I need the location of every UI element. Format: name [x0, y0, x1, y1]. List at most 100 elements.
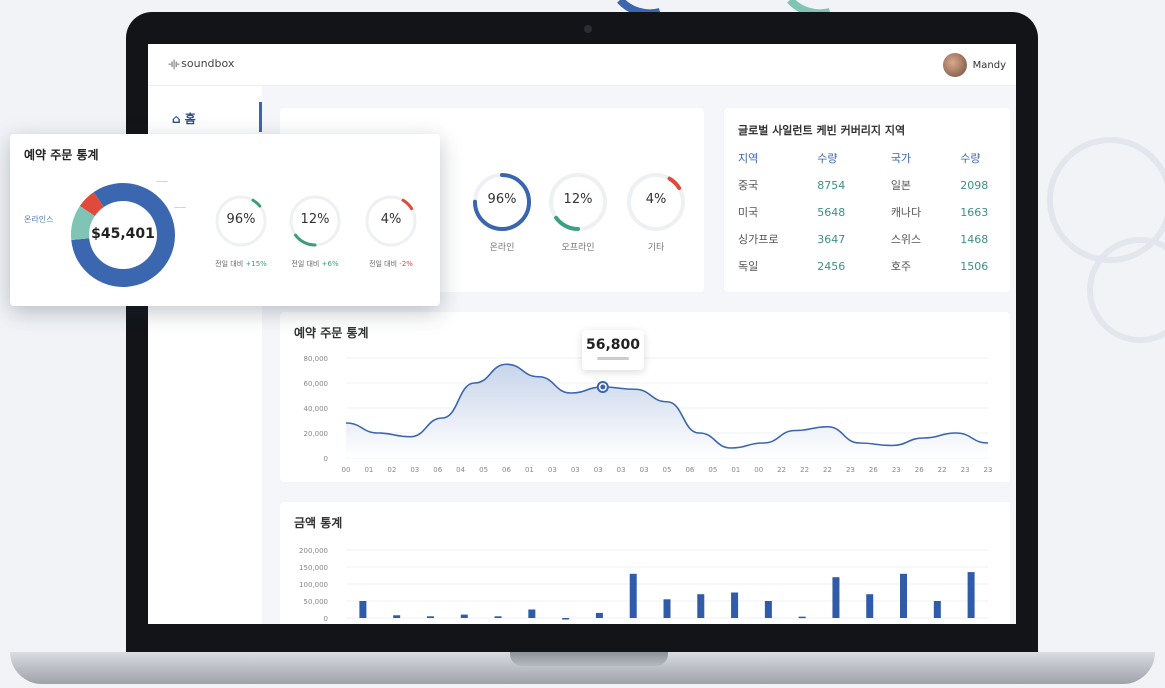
bar: [764, 601, 772, 618]
x-tick-label: 23: [984, 466, 993, 474]
user-name: Mandy: [972, 59, 1006, 71]
donut-left-label: 온라인스: [24, 215, 54, 224]
dashboard-screen: -ı|ı-soundbox Mandy ⌂ 홈 96% 온라인 12% 오프라인…: [148, 44, 1016, 624]
x-tick-label: 22: [823, 466, 832, 474]
bar: [595, 612, 603, 618]
x-tick-label: 23: [846, 466, 855, 474]
cell: 8754: [817, 178, 846, 192]
x-tick-label: 06: [685, 466, 694, 474]
col-qty: 수량: [817, 152, 838, 165]
x-tick-label: 26: [915, 466, 924, 474]
home-icon: ⌂: [172, 112, 181, 126]
cell: 1468: [960, 232, 989, 246]
coverage-title: 글로벌 사일런트 케빈 커버리지 지역: [738, 124, 906, 137]
avatar: [942, 53, 967, 77]
table-row: 싱가프로 3647 스위스 1468: [738, 231, 1010, 258]
cell: 독일: [738, 260, 759, 273]
cell: 5648: [817, 205, 846, 219]
cell: 1506: [960, 259, 989, 273]
x-tick-label: 03: [571, 466, 580, 474]
ring-online-label: 온라인: [489, 243, 515, 253]
x-tick-label: 04: [456, 466, 465, 474]
x-tick-label: 05: [708, 466, 717, 474]
y-tick-label: 200,000: [299, 547, 328, 555]
laptop-camera: [584, 25, 592, 33]
bar: [832, 577, 840, 618]
user-menu[interactable]: Mandy: [942, 53, 1006, 77]
cell: 2456: [817, 259, 846, 273]
popup-title: 예약 주문 통계: [24, 148, 99, 162]
col-qty2: 수량: [960, 152, 981, 165]
cell: 일본: [890, 179, 912, 192]
x-tick-label: 03: [617, 466, 626, 474]
bar: [798, 616, 806, 619]
bar: [967, 572, 975, 618]
coverage-card: 글로벌 사일런트 케빈 커버리지 지역 지역 수량 국가 수량 중국 8754 일본…: [724, 108, 1010, 292]
cell: 캐나다: [890, 206, 922, 219]
bar: [663, 599, 671, 618]
popup-ring-2-caption: 전일 대비 +6%: [291, 260, 339, 268]
cell: 3647: [817, 232, 846, 246]
bar: [359, 601, 367, 618]
x-tick-label: 06: [433, 466, 442, 474]
x-tick-label: 01: [364, 466, 373, 474]
y-tick-label: 0: [324, 455, 328, 463]
bar: [528, 609, 536, 618]
ring-offline-value: 12%: [563, 192, 593, 207]
tooltip-underline: [597, 357, 629, 360]
popup-ring-2-value: 12%: [300, 212, 330, 227]
laptop-notch: [510, 652, 668, 666]
x-tick-label: 03: [410, 466, 419, 474]
donut-total: $45,401: [91, 226, 155, 242]
ring-offline-label: 오프라인: [561, 243, 595, 253]
highlight-point-core: [600, 384, 606, 390]
x-tick-label: 00: [754, 466, 763, 474]
y-tick-label: 40,000: [304, 405, 329, 413]
x-tick-label: 23: [892, 466, 901, 474]
col-region: 지역: [738, 152, 759, 165]
y-tick-label: 80,000: [304, 355, 329, 363]
popup-ring-3-caption: 전일 대비 -2%: [369, 260, 413, 268]
cell: 1663: [960, 205, 989, 219]
y-tick-label: 50,000: [304, 598, 329, 606]
x-tick-label: 02: [387, 466, 396, 474]
cell: 호주: [890, 260, 912, 273]
x-tick-label: 26: [869, 466, 878, 474]
bar: [866, 594, 874, 618]
x-tick-label: 03: [594, 466, 603, 474]
bar: [494, 616, 502, 618]
popup-ring-1-value: 96%: [226, 212, 256, 227]
bar: [393, 615, 401, 618]
chart-tooltip: 56,800: [582, 330, 644, 370]
x-tick-label: 22: [800, 466, 809, 474]
x-tick-label: 22: [938, 466, 947, 474]
x-tick-label: 22: [777, 466, 786, 474]
app-logo[interactable]: -ı|ı-soundbox: [168, 57, 234, 70]
table-row: 독일 2456 호주 1506: [738, 258, 1010, 285]
popup-ring-1-caption: 전일 대비 +15%: [215, 260, 267, 268]
bar: [629, 573, 637, 618]
x-tick-label: 00: [342, 466, 351, 474]
ring-other-value: 4%: [645, 192, 667, 207]
y-tick-label: 150,000: [299, 564, 328, 572]
popup-ring-3-value: 4%: [380, 212, 402, 227]
bar: [900, 573, 908, 618]
sidebar-item-home[interactable]: ⌂ 홈: [172, 110, 196, 127]
col-country: 국가: [890, 152, 912, 165]
cell: 미국: [738, 206, 759, 219]
area-fill: [346, 364, 988, 458]
tooltip-value: 56,800: [585, 337, 641, 353]
y-tick-label: 100,000: [299, 581, 328, 589]
table-row: 중국 8754 일본 2098: [738, 177, 1010, 204]
cell: 스위스: [890, 233, 922, 246]
bar: [933, 601, 941, 618]
top-bar: -ı|ı-soundbox Mandy: [148, 44, 1016, 86]
bar: [697, 594, 705, 618]
x-tick-label: 03: [548, 466, 557, 474]
bar: [460, 614, 468, 618]
bar: [562, 618, 570, 620]
sidebar-active-indicator: [259, 102, 262, 132]
amount-chart-card: 금액 통계 200,000 150,000 100,000 50,000 0: [280, 502, 1010, 624]
reservation-chart-card: 예약 주문 통계 80,000 60,000 40,000 20,000 0 00 01 02…: [280, 312, 1010, 482]
x-tick-label: 05: [479, 466, 488, 474]
